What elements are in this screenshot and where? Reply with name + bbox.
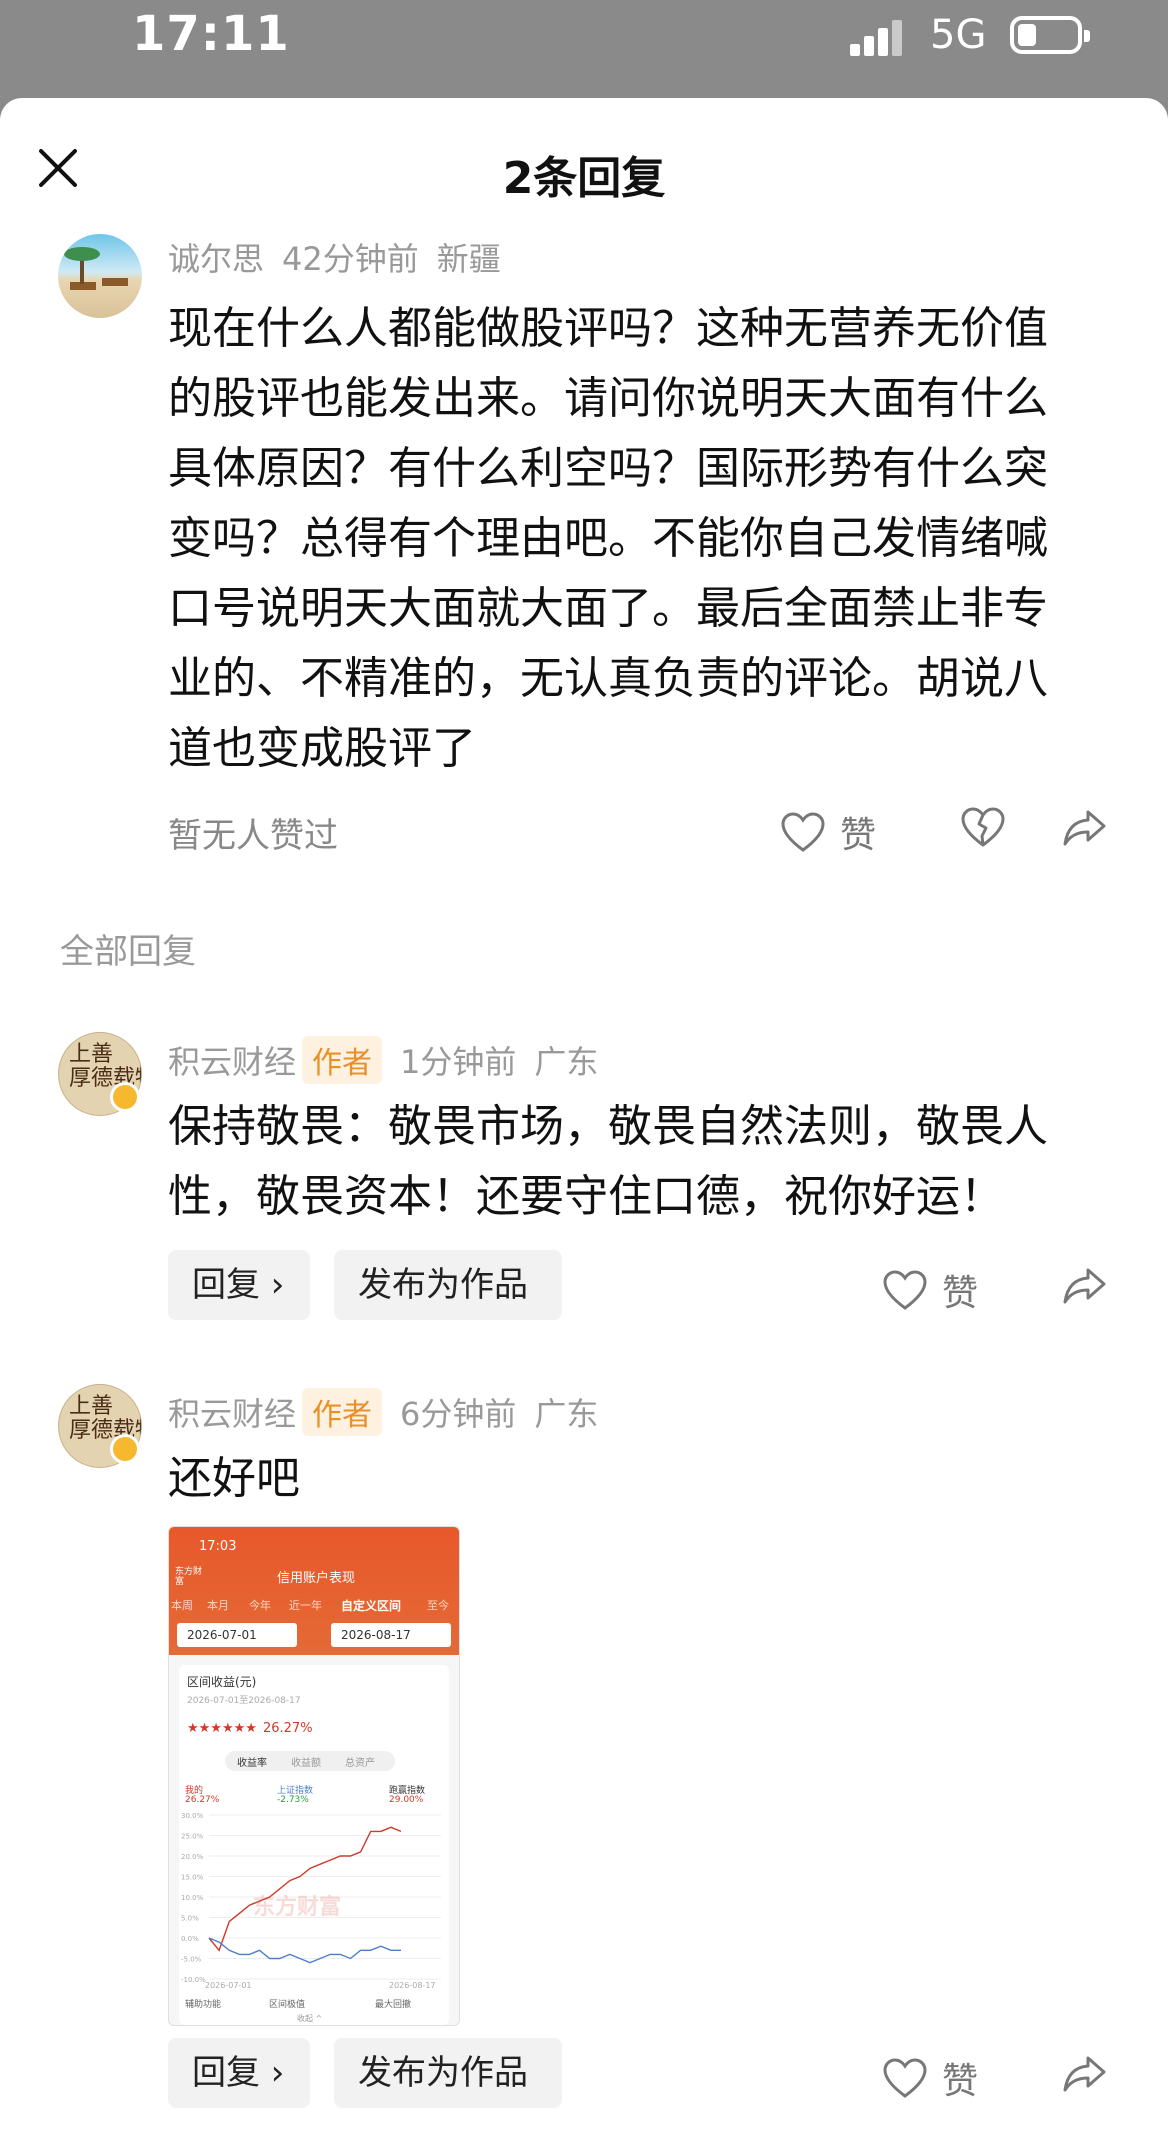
comment-time: 42分钟前: [282, 240, 419, 278]
shot-tab-active: 自定义区间: [341, 1599, 402, 1613]
shot-y-tick: 30.0%: [181, 1812, 204, 1820]
shot-footer-right: 最大回撤: [375, 2000, 412, 2010]
shot-y-tick: 5.0%: [181, 1915, 199, 1923]
shot-legend-value: 29.00%: [389, 1795, 424, 1805]
shot-stars: ★★★★★★: [187, 1721, 257, 1736]
author-tag: 作者: [302, 1036, 383, 1084]
heart-icon: [780, 811, 826, 853]
share-button[interactable]: [1062, 806, 1108, 848]
share-icon: [1062, 2052, 1108, 2094]
reply-like-button[interactable]: 赞: [882, 2052, 978, 2104]
battery-icon: [1010, 16, 1090, 54]
shot-y-tick: 10.0%: [181, 1894, 204, 1902]
reply-user[interactable]: 积云财经: [168, 1043, 296, 1081]
reply-time: 1分钟前: [400, 1043, 517, 1081]
shot-tab: 至今: [427, 1599, 449, 1612]
likes-status: 暂无人赞过: [168, 816, 338, 856]
shot-title: 信用账户表现: [277, 1571, 356, 1586]
signal-icon: [850, 20, 910, 56]
reply-meta: 积云财经 作者 6分钟前 广东: [168, 1388, 598, 1436]
shot-tab: 今年: [249, 1599, 271, 1612]
replies-sheet: 2条回复 诚尔思 42分钟前 新疆 现在什么人都能做股评吗？这种无营养无价值的股评也…: [0, 98, 1168, 2155]
shot-date-to: 2026-08-17: [331, 1623, 451, 1647]
shot-date-from: 2026-07-01: [177, 1623, 297, 1647]
reply-text: 还好吧: [168, 1453, 300, 1504]
section-all-replies: 全部回复: [60, 932, 196, 972]
reply-location: 广东: [534, 1395, 599, 1433]
shot-collapse: 收起 ^: [297, 2014, 323, 2023]
reply-meta: 积云财经 作者 1分钟前 广东: [168, 1036, 598, 1084]
sheet-title: 2条回复: [502, 153, 666, 204]
shot-segment: 收益率: [237, 1758, 267, 1769]
share-icon: [1062, 1264, 1108, 1306]
shot-y-tick: -10.0%: [181, 1976, 206, 1984]
shot-segment: 总资产: [345, 1758, 375, 1769]
share-icon: [1062, 806, 1108, 848]
shot-card: 区间收益(元) 2026-07-01至2026-08-17 ★★★★★★ 26.…: [179, 1665, 449, 2025]
shot-return: 26.27%: [263, 1721, 313, 1736]
shot-footer-mid: 区间极值: [269, 2000, 306, 2010]
dislike-button[interactable]: [960, 806, 1006, 848]
comment-text: 现在什么人都能做股评吗？这种无营养无价值的股评也能发出来。请问你说明天大面有什么…: [168, 303, 1048, 774]
comment-user[interactable]: 诚尔思: [168, 240, 264, 278]
shot-x-start: 2026-07-01: [205, 1981, 252, 1990]
shot-legend-value: 26.27%: [185, 1795, 220, 1805]
reply-button[interactable]: 回复 ›: [168, 1250, 310, 1320]
avatar[interactable]: [58, 234, 142, 318]
shot-y-tick: 0.0%: [181, 1935, 199, 1943]
shot-tab: 近一年: [289, 1599, 322, 1612]
heart-icon: [882, 2057, 928, 2099]
comment-location: 新疆: [436, 240, 501, 278]
network-type: 5G: [930, 12, 987, 58]
shot-watermark: 东方财富: [253, 1895, 342, 1920]
status-time: 17:11: [132, 6, 290, 62]
attached-screenshot[interactable]: 17:03 东方财富 信用账户表现 本周 本月 今年 近一年 自定义区间 至今 …: [168, 1526, 460, 2026]
shot-segment: 收益额: [291, 1758, 321, 1769]
shot-card-sub: 2026-07-01至2026-08-17: [187, 1696, 301, 1706]
shot-back: 东方财富: [175, 1567, 203, 1587]
reply-button[interactable]: 回复 ›: [168, 2038, 310, 2108]
heart-icon: [882, 1269, 928, 1311]
publish-as-work-button[interactable]: 发布为作品: [334, 1250, 562, 1320]
verified-badge-icon: [110, 1434, 140, 1464]
shot-y-tick: 20.0%: [181, 1853, 204, 1861]
shot-y-tick: 25.0%: [181, 1833, 204, 1841]
beach-chair-icon: [64, 247, 128, 290]
author-tag: 作者: [302, 1388, 383, 1436]
shot-legend-value: -2.73%: [277, 1795, 309, 1805]
shot-time: 17:03: [199, 1539, 237, 1554]
reply-location: 广东: [534, 1043, 599, 1081]
broken-heart-icon: [960, 806, 1006, 848]
reply-like-button[interactable]: 赞: [882, 1264, 978, 1316]
reply-user[interactable]: 积云财经: [168, 1395, 296, 1433]
shot-tab: 本月: [207, 1599, 229, 1612]
verified-badge-icon: [110, 1082, 140, 1112]
shot-y-tick: 15.0%: [181, 1874, 204, 1882]
like-label: 赞: [942, 1273, 979, 1314]
like-label: 赞: [942, 2061, 979, 2102]
like-button[interactable]: 赞: [780, 806, 876, 858]
shot-card-title: 区间收益(元): [187, 1675, 257, 1689]
shot-x-end: 2026-08-17: [389, 1981, 436, 1990]
reply-time: 6分钟前: [400, 1395, 517, 1433]
shot-footer-left: 辅助功能: [185, 2000, 222, 2010]
reply-share-button[interactable]: [1062, 1264, 1108, 1306]
publish-as-work-button[interactable]: 发布为作品: [334, 2038, 562, 2108]
comment-meta: 诚尔思 42分钟前 新疆: [168, 234, 501, 280]
reply-text: 保持敬畏：敬畏市场，敬畏自然法则，敬畏人性，敬畏资本！还要守住口德，祝你好运！: [168, 1101, 1048, 1222]
shot-y-tick: -5.0%: [181, 1956, 202, 1964]
reply-share-button[interactable]: [1062, 2052, 1108, 2094]
status-bar: 17:11 5G: [0, 0, 1168, 100]
like-label: 赞: [840, 815, 877, 856]
shot-tab: 本周: [171, 1599, 193, 1612]
